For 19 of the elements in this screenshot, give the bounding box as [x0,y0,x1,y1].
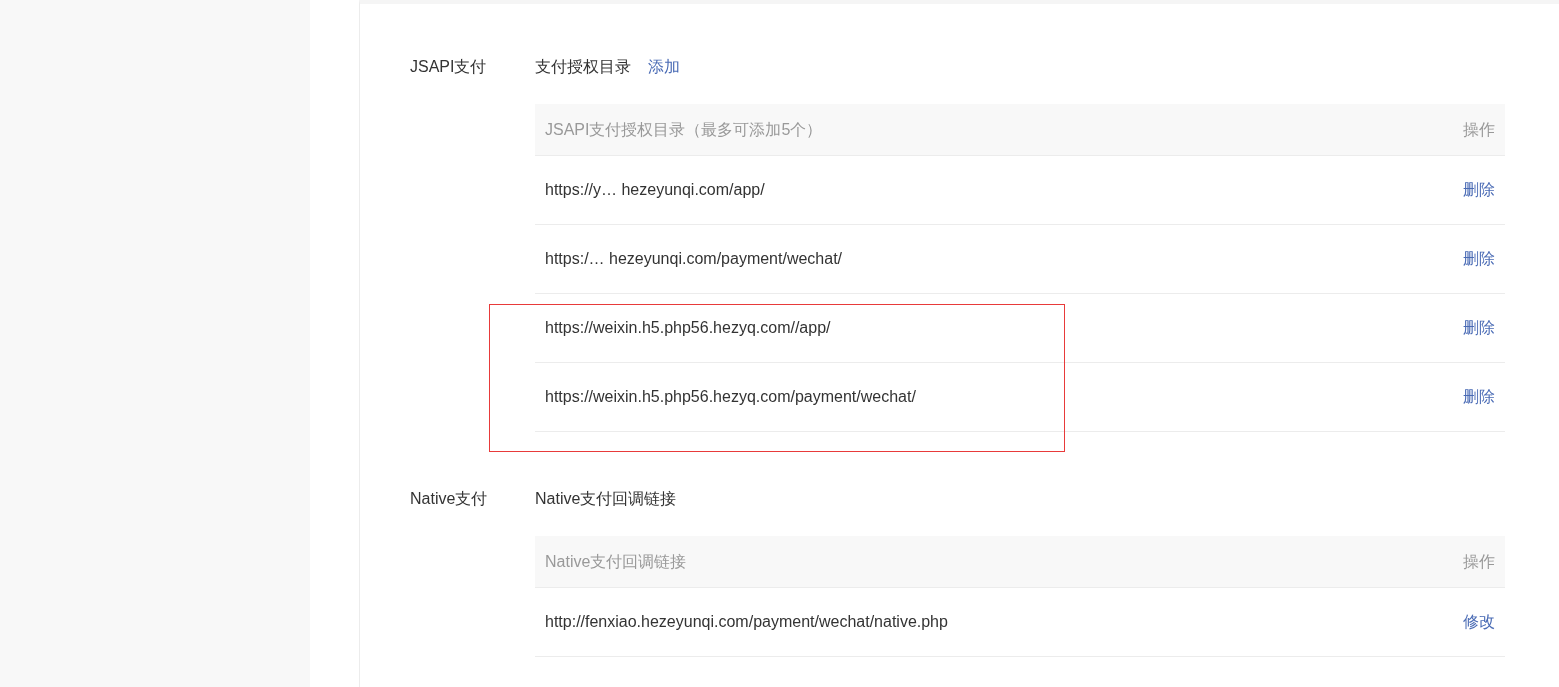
url-text: https://y… hezeyunqi.com/app/ [545,180,765,200]
url-text: https:/… hezeyunqi.com/payment/wechat/ [545,249,843,269]
add-link[interactable]: 添加 [648,55,680,79]
section-title: 支付授权目录 [535,57,631,77]
url-text: http://fenxiao.hezeyunqi.com/payment/wechat/native.php [545,612,948,632]
url-text: https://weixin.h5.php56.hezyq.com/payment/wechat/ [545,387,916,407]
section-title: Native支付回调链接 [535,489,677,509]
column-header: Native支付回调链接 [545,551,687,572]
row-action-link[interactable]: 修改 [1463,610,1495,634]
row-action-link[interactable]: 删除 [1463,385,1495,409]
row-action-link[interactable]: 删除 [1463,247,1495,271]
section-label: JSAPI支付 [410,57,488,77]
url-text: https://weixin.h5.php56.hezyq.com//app/ [545,318,831,338]
row-action-link[interactable]: 删除 [1463,316,1495,340]
column-header: JSAPI支付授权目录（最多可添加5个） [545,119,823,140]
section-label: Native支付 [410,489,489,509]
column-header: 操作 [1463,119,1495,140]
row-action-link[interactable]: 删除 [1463,178,1495,202]
column-header: 操作 [1463,551,1495,572]
